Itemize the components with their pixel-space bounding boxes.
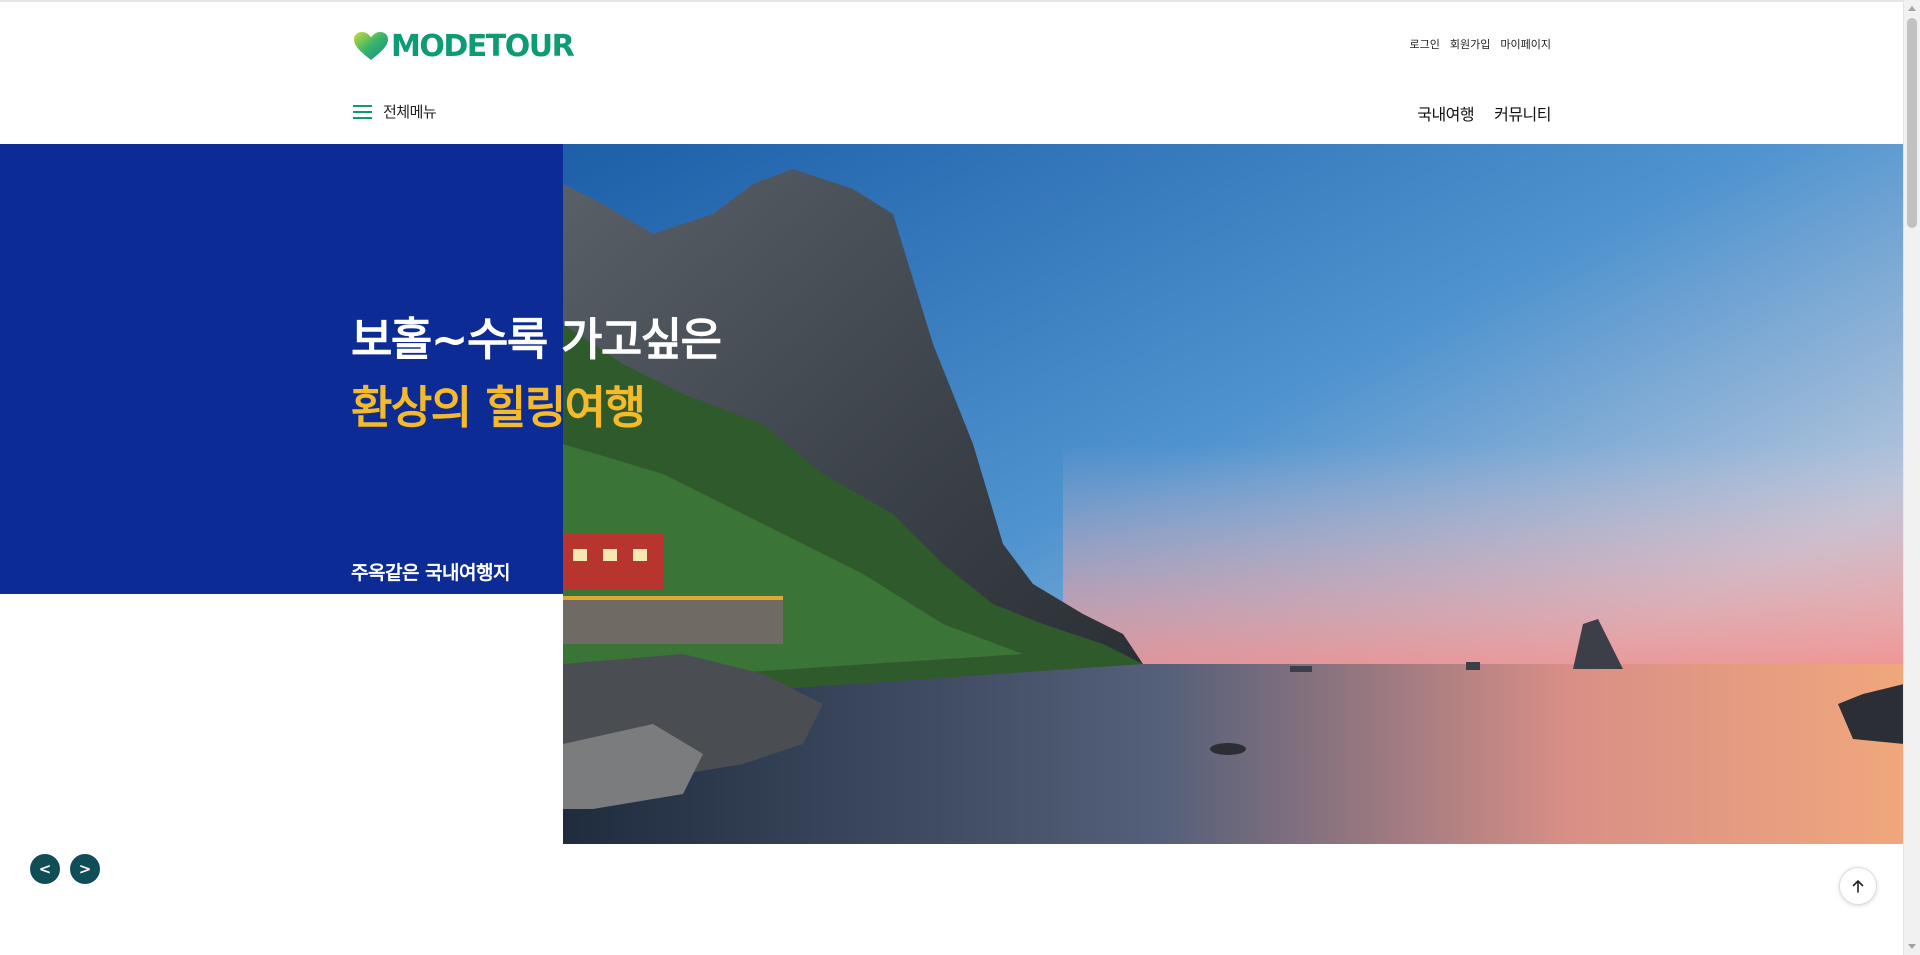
mypage-link[interactable]: 마이페이지 [1500,36,1551,52]
heart-logo-icon [354,32,388,60]
hero-subtitle: 주옥같은 국내여행지 [351,562,510,584]
login-link[interactable]: 로그인 [1410,36,1440,52]
hamburger-icon [353,104,372,120]
vertical-scrollbar[interactable] [1903,0,1920,955]
hero-title: 보홀~수록 가고싶은 환상의 힐링여행 [351,306,722,442]
hero-image [563,144,1904,844]
logo-text: MODETOUR [391,28,575,64]
nav-item-domestic-travel[interactable]: 국내여행 [1417,101,1474,125]
arrow-up-icon [1852,880,1864,893]
signup-link[interactable]: 회원가입 [1450,36,1490,52]
prev-slide-button[interactable]: < [30,854,60,884]
top-border [0,0,1903,2]
scroll-to-top-button[interactable] [1839,867,1877,905]
main-nav: 국내여행 커뮤니티 [1417,101,1551,125]
slider-controls: < > [30,854,100,884]
scroll-up-arrow-icon[interactable] [1908,6,1916,11]
all-menu-button[interactable]: 전체메뉴 [353,101,437,122]
hero-title-line1: 보홀~수록 가고싶은 [351,313,722,366]
next-slide-button[interactable]: > [70,854,100,884]
utility-nav: 로그인 회원가입 마이페이지 [1410,36,1551,52]
scrollbar-thumb[interactable] [1907,18,1917,228]
nav-item-community[interactable]: 커뮤니티 [1494,101,1551,125]
scroll-down-arrow-icon[interactable] [1908,944,1916,949]
hero-title-line2: 환상의 힐링여행 [351,381,646,434]
all-menu-label: 전체메뉴 [383,103,437,121]
modetour-logo[interactable]: MODETOUR [353,28,575,64]
